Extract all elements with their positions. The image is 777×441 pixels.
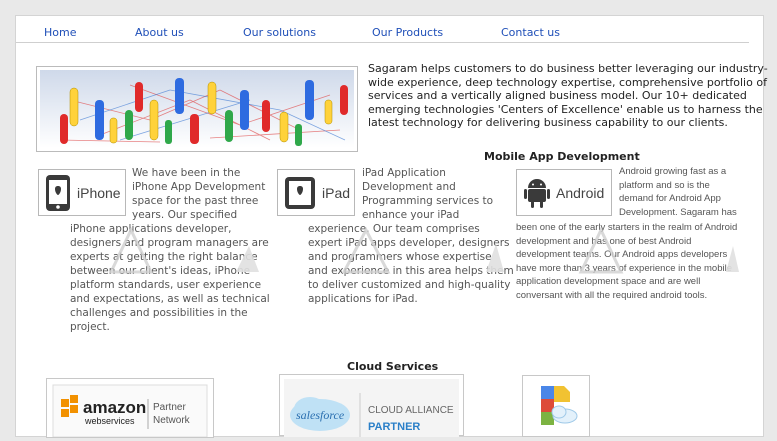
nav-contact-us[interactable]: Contact us xyxy=(501,26,560,39)
text-line: Programming services to xyxy=(362,195,494,207)
cloud-section-title: Cloud Services xyxy=(347,360,439,373)
text-line: platform and so is the xyxy=(619,179,710,191)
android-logo-label: Android xyxy=(556,184,605,201)
nav-our-products[interactable]: Our Products xyxy=(372,26,443,39)
android-text-right: Android growing fast as a platform and s… xyxy=(619,165,737,219)
text-line: conversant with all the required android… xyxy=(516,289,708,301)
text-line: project. xyxy=(70,321,110,333)
hero-image xyxy=(36,66,358,152)
aws-logo: amazon webservices Partner Network xyxy=(52,384,208,438)
android-robot-icon xyxy=(524,178,550,208)
mobile-section-title: Mobile App Development xyxy=(484,150,640,163)
text-line: platform standards, user experience xyxy=(70,279,262,291)
nav-home[interactable]: Home xyxy=(44,26,76,39)
text-line: Android growing fast as a xyxy=(619,166,727,177)
salesforce-partner-badge[interactable]: salesforce CLOUD ALLIANCE PARTNER xyxy=(279,374,464,437)
aws-sub-text: webservices xyxy=(84,416,135,426)
faded-triangle-icon xyxy=(108,226,259,274)
text-line: iPad Application xyxy=(362,167,446,179)
top-nav: Home About us Our solutions Our Products… xyxy=(16,16,749,43)
faded-triangle-icon xyxy=(578,226,739,274)
text-line: space for the past three xyxy=(132,195,259,207)
text-line: years. Our specified xyxy=(132,209,238,221)
faded-triangle-icon xyxy=(341,226,504,274)
text-line: demand for Android App xyxy=(619,193,721,204)
text-line: We have been in the xyxy=(132,167,241,179)
text-line: enhance your iPad xyxy=(362,209,460,221)
android-logo: Android xyxy=(516,169,612,216)
intro-line: wide experience, deep technology experti… xyxy=(368,75,767,89)
iphone-icon xyxy=(46,174,70,211)
text-line: challenges and possibilities in the xyxy=(70,307,248,319)
iphone-logo: iPhone xyxy=(38,169,126,216)
intro-line: services and a vertically aligned busine… xyxy=(368,89,747,102)
salesforce-logo: salesforce CLOUD ALLIANCE PARTNER xyxy=(284,379,459,437)
salesforce-brand-text: salesforce xyxy=(296,408,345,422)
text-line: Development and xyxy=(362,181,456,193)
aws-partner-text: Partner xyxy=(153,402,186,413)
salesforce-alliance-text: CLOUD ALLIANCE xyxy=(368,405,454,416)
network-pawns-illustration xyxy=(40,70,354,148)
text-line: application development space and are we… xyxy=(516,276,701,287)
aws-brand-text: amazon xyxy=(83,398,146,417)
text-line: Development. Sagaram has xyxy=(619,206,737,218)
google-cloud-icon xyxy=(541,386,578,425)
intro-line: emerging technologies 'Centers of Excell… xyxy=(368,102,763,116)
amazon-partner-badge[interactable]: amazon webservices Partner Network xyxy=(46,378,214,438)
iphone-text-right: We have been in the iPhone App Developme… xyxy=(132,166,265,222)
ipad-text-right: iPad Application Development and Program… xyxy=(362,166,493,222)
nav-our-solutions[interactable]: Our solutions xyxy=(243,26,316,39)
text-line: and expectations, as well as technical xyxy=(70,293,270,305)
intro-paragraph: Sagaram helps customers to do business b… xyxy=(368,62,768,130)
page-container: Home About us Our solutions Our Products… xyxy=(15,15,768,438)
iphone-logo-label: iPhone xyxy=(77,184,121,201)
nav-about-us[interactable]: About us xyxy=(135,26,184,39)
text-line: applications for iPad. xyxy=(308,293,418,305)
ipad-icon xyxy=(285,176,315,209)
ipad-logo: iPad xyxy=(277,169,355,216)
google-cloud-badge[interactable] xyxy=(522,375,590,437)
aws-network-text: Network xyxy=(153,415,191,426)
text-line: iPhone App Development xyxy=(132,181,266,193)
intro-line: latest technology for delivering busines… xyxy=(368,116,728,129)
ipad-logo-label: iPad xyxy=(322,184,351,201)
text-line: to deliver customized and high-quality xyxy=(308,279,511,291)
intro-line: Sagaram helps customers to do business b… xyxy=(368,62,768,75)
